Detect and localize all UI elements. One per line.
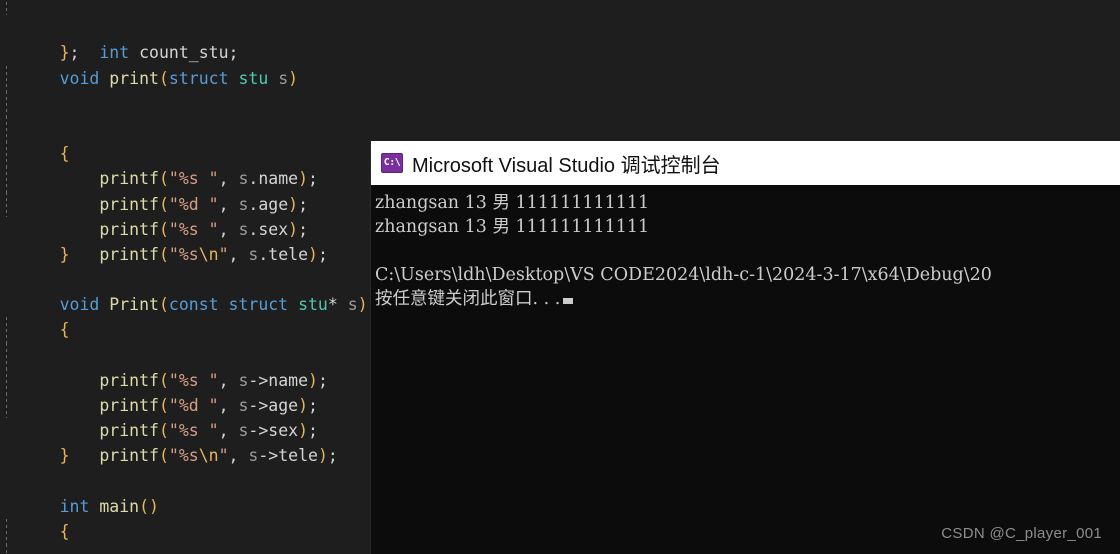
indent-guide bbox=[6, 115, 7, 142]
code-line[interactable]: void print(struct stu s) bbox=[0, 40, 1120, 88]
indent-guide bbox=[6, 544, 7, 554]
console-output-line: zhangsan 13 男 111111111111 bbox=[375, 217, 650, 237]
console-prompt-text: 按任意键关闭此窗口. . . bbox=[375, 289, 561, 309]
console-icon-glyph: C:\ bbox=[383, 157, 401, 168]
vs-debug-console-window[interactable]: C:\ Microsoft Visual Studio 调试控制台 zhangs… bbox=[371, 141, 1120, 554]
console-output-path-line: C:\Users\ldh\Desktop\VS CODE2024\ldh-c-1… bbox=[375, 265, 992, 285]
console-cursor bbox=[563, 298, 574, 304]
console-output-blank-line bbox=[373, 239, 1120, 263]
console-title: Microsoft Visual Studio 调试控制台 bbox=[412, 154, 721, 177]
console-output-area[interactable]: zhangsan 13 男 111111111111 zhangsan 13 男… bbox=[371, 185, 1120, 554]
indent-guide bbox=[6, 317, 7, 343]
indent-guide bbox=[6, 141, 7, 167]
indent-guide bbox=[6, 393, 7, 419]
indent-guide bbox=[6, 367, 7, 393]
indent-guide bbox=[6, 65, 7, 91]
console-output-prompt-line: 按任意键关闭此窗口. . . bbox=[373, 287, 1120, 311]
console-titlebar[interactable]: C:\ Microsoft Visual Studio 调试控制台 bbox=[371, 141, 1120, 185]
indent-guide bbox=[6, 342, 7, 368]
indent-guide bbox=[6, 518, 7, 545]
code-line[interactable]: int count_stu; bbox=[0, 0, 1120, 62]
indent-guide bbox=[6, 191, 7, 217]
indent-guide bbox=[6, 166, 7, 192]
csdn-watermark: CSDN @C_player_001 bbox=[941, 525, 1102, 542]
code-line[interactable] bbox=[0, 65, 1120, 91]
code-line[interactable]: }; bbox=[0, 15, 1120, 62]
indent-guide bbox=[6, 0, 7, 16]
console-app-icon: C:\ bbox=[381, 153, 403, 173]
indent-guide bbox=[6, 90, 7, 116]
code-line[interactable]: printf("%s ", s.name); bbox=[0, 115, 1120, 188]
console-output-line: zhangsan 13 男 111111111111 bbox=[375, 193, 650, 213]
code-line[interactable]: { bbox=[0, 90, 1120, 163]
